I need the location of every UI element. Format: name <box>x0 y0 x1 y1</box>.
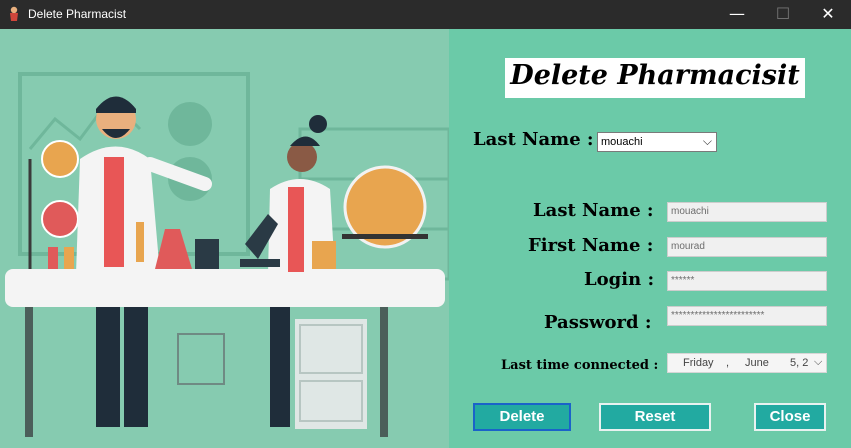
reset-button[interactable]: Reset <box>599 403 711 431</box>
password-value: ************************ <box>671 310 765 321</box>
date-day: Friday <box>683 357 714 369</box>
close-button[interactable]: Close <box>754 403 826 431</box>
last-name-label: Last Name : <box>533 200 654 221</box>
date-separator: , <box>726 357 730 369</box>
login-label: Login : <box>584 269 655 290</box>
lab-scene-image <box>5 72 449 437</box>
maximize-button[interactable]: ☐ <box>760 0 806 29</box>
password-label: Password : <box>544 312 652 333</box>
chevron-down-icon: ⌵ <box>702 134 712 148</box>
first-name-field[interactable]: mourad <box>667 237 827 257</box>
last-connected-label: Last time connected : <box>501 358 659 373</box>
delete-pharmacist-form: Delete Pharmacisit Last Name : mouachi ⌵… <box>449 29 851 448</box>
last-name-field[interactable]: mouachi <box>667 202 827 222</box>
form-heading: Delete Pharmacisit <box>510 60 800 91</box>
minimize-button[interactable]: — <box>714 0 760 29</box>
window-title: Delete Pharmacist <box>28 7 127 21</box>
first-name-value: mourad <box>671 241 705 252</box>
select-last-name-label: Last Name : <box>473 129 594 150</box>
first-name-label: First Name : <box>528 235 654 256</box>
last-connected-date-picker[interactable]: Friday , June 5, 2 ⌵ <box>667 353 827 373</box>
login-value: ****** <box>671 275 695 286</box>
app-icon <box>10 6 18 21</box>
password-field[interactable]: ************************ <box>667 306 827 326</box>
last-name-select-value: mouachi <box>601 136 643 148</box>
pharmacist-illustration <box>0 29 449 448</box>
delete-button[interactable]: Delete <box>473 403 571 431</box>
date-month: June <box>745 357 769 369</box>
close-window-button[interactable]: ✕ <box>805 0 851 29</box>
last-name-value: mouachi <box>671 206 709 217</box>
chevron-down-icon: ⌵ <box>814 356 823 368</box>
login-field[interactable]: ****** <box>667 271 827 291</box>
last-name-select[interactable]: mouachi ⌵ <box>597 132 717 152</box>
title-bar: Delete Pharmacist — ☐ ✕ <box>0 0 851 29</box>
date-day-number: 5, 2 <box>790 357 809 369</box>
heading-box: Delete Pharmacisit <box>505 58 805 98</box>
